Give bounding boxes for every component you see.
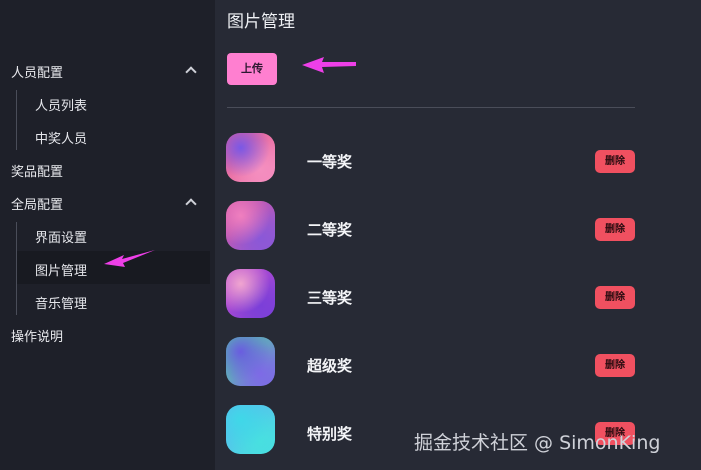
sidebar-group-prizes[interactable]: 奖品配置	[11, 161, 63, 180]
chevron-up-icon[interactable]	[185, 198, 197, 210]
pointer-arrow-icon	[104, 250, 155, 267]
sidebar-item-music-management[interactable]: 音乐管理	[35, 293, 87, 312]
delete-button[interactable]: 删除	[595, 218, 635, 241]
prize-name: 三等奖	[307, 289, 353, 307]
delete-button[interactable]: 删除	[595, 150, 635, 173]
delete-button[interactable]: 删除	[595, 354, 635, 377]
sidebar-group-global[interactable]: 全局配置	[11, 194, 63, 213]
sidebar: 人员配置 人员列表 中奖人员 奖品配置 全局配置 界面设置 图片管理 音乐管理 …	[0, 0, 215, 470]
upload-button[interactable]: 上传	[227, 53, 277, 85]
divider	[227, 107, 635, 108]
prize-name: 二等奖	[307, 221, 353, 239]
chevron-up-icon[interactable]	[185, 66, 197, 78]
prize-image[interactable]	[226, 133, 275, 182]
prize-image[interactable]	[226, 269, 275, 318]
sidebar-item-personnel-list[interactable]: 人员列表	[35, 95, 87, 114]
watermark: 掘金技术社区 @ SimonKing	[414, 432, 661, 454]
prize-image[interactable]	[226, 201, 275, 250]
tree-line	[16, 222, 17, 315]
prize-image[interactable]	[226, 337, 275, 386]
sidebar-group-instructions[interactable]: 操作说明	[11, 326, 63, 345]
sidebar-item-winners[interactable]: 中奖人员	[35, 128, 87, 147]
sidebar-item-image-management[interactable]: 图片管理	[35, 260, 87, 279]
page-title: 图片管理	[227, 12, 295, 32]
pointer-arrow-icon	[302, 57, 356, 73]
prize-name: 一等奖	[307, 153, 353, 171]
tree-line	[16, 90, 17, 150]
sidebar-item-interface-settings[interactable]: 界面设置	[35, 227, 87, 246]
delete-button[interactable]: 删除	[595, 286, 635, 309]
prize-image[interactable]	[226, 405, 275, 454]
sidebar-group-personnel[interactable]: 人员配置	[11, 62, 63, 81]
prize-name: 特别奖	[307, 425, 353, 443]
prize-name: 超级奖	[307, 357, 353, 375]
